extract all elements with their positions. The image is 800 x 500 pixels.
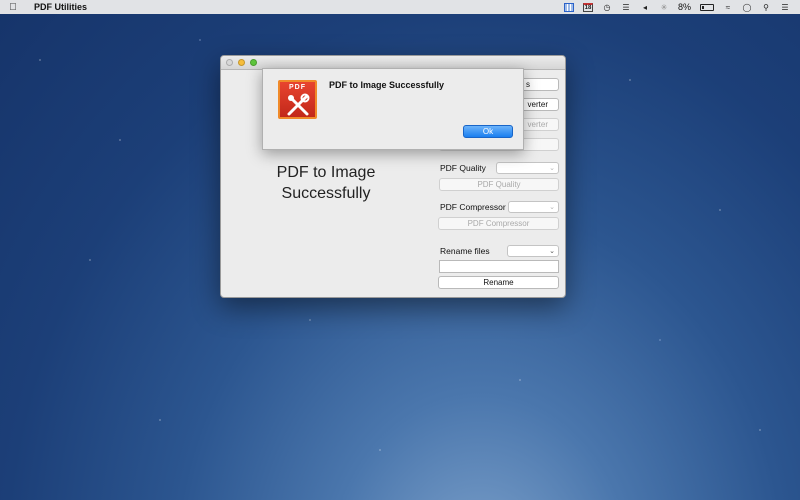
calendar-icon[interactable]: 18 (582, 2, 593, 12)
pdf-compressor-button[interactable]: PDF Compressor (438, 217, 559, 230)
volume-icon[interactable]: ◂ (640, 3, 650, 12)
battery-icon[interactable] (700, 3, 714, 11)
alert-dialog: PDF PDF to Image Successfully Ok (262, 68, 524, 150)
pdf-compressor-label: PDF Compressor (440, 202, 506, 212)
menu-bar:  PDF Utilities 18 ◷ ☰ ◂ ✳ 8% ≈ ◯ ⚲ ☰ (0, 0, 800, 14)
chevron-down-icon: ⌄ (549, 165, 555, 172)
alert-title: PDF to Image Successfully (329, 80, 445, 90)
search-icon[interactable]: ⚲ (761, 3, 771, 12)
notification-icon[interactable]: ☰ (780, 3, 790, 12)
rename-text-field[interactable] (439, 260, 559, 273)
app-icon-label: PDF (289, 84, 306, 91)
grid-icon[interactable] (563, 2, 574, 12)
user-icon[interactable]: ◯ (742, 3, 752, 12)
list-icon[interactable]: ☰ (621, 3, 631, 12)
close-button[interactable] (226, 59, 233, 66)
rename-files-select[interactable]: ⌄ (507, 245, 559, 257)
pdf-quality-button[interactable]: PDF Quality (439, 178, 559, 191)
rename-button[interactable]: Rename (438, 276, 559, 289)
status-message: PDF to Image Successfully (276, 164, 376, 202)
clock-icon[interactable]: ◷ (602, 3, 612, 12)
chevron-down-icon: ⌄ (549, 204, 555, 211)
minimize-button[interactable] (238, 59, 245, 66)
bluetooth-icon[interactable]: ✳ (659, 3, 669, 12)
menu-app-name[interactable]: PDF Utilities (34, 2, 87, 12)
wifi-icon[interactable]: ≈ (723, 3, 733, 12)
app-icon: PDF (278, 80, 317, 119)
pdf-compressor-select[interactable]: ⌄ (508, 201, 559, 213)
ok-button[interactable]: Ok (463, 125, 513, 138)
zoom-button[interactable] (250, 59, 257, 66)
status-area: 18 ◷ ☰ ◂ ✳ 8% ≈ ◯ ⚲ ☰ (563, 2, 800, 12)
chevron-down-icon: ⌄ (549, 248, 555, 255)
apple-icon[interactable]:  (0, 2, 26, 13)
battery-percent: 8% (677, 2, 691, 12)
rename-files-label: Rename files (440, 246, 490, 256)
pdf-quality-label: PDF Quality (440, 163, 486, 173)
pdf-quality-select[interactable]: ⌄ (496, 162, 559, 174)
tools-icon (287, 93, 310, 116)
